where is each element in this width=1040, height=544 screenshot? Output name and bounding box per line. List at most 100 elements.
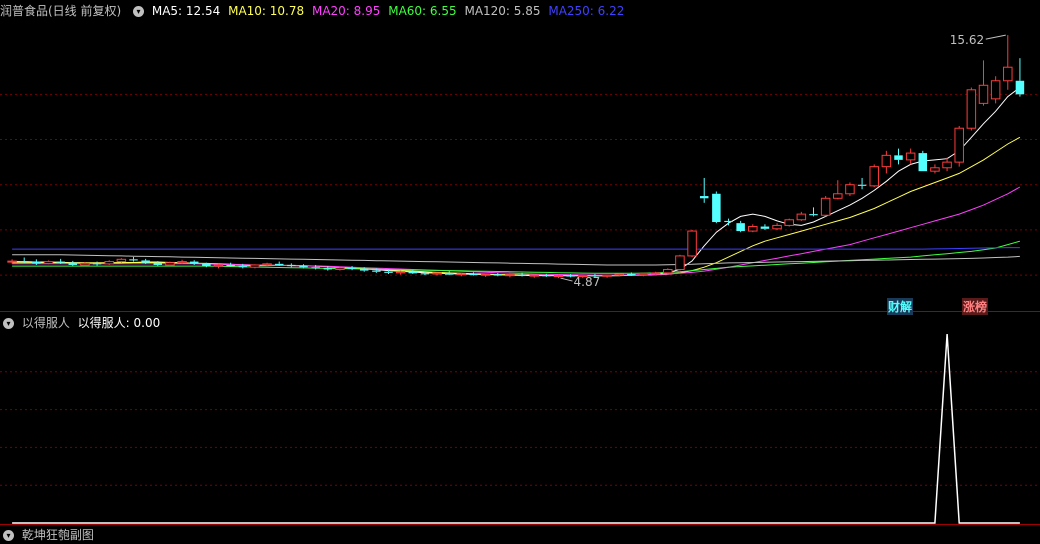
candle xyxy=(638,272,649,277)
candle xyxy=(857,177,867,190)
candle-body xyxy=(287,264,296,267)
candle-body xyxy=(323,268,333,270)
candle xyxy=(881,150,892,174)
bottom-indicator-name[interactable]: 乾坤狂匏副图 xyxy=(22,528,94,542)
candle xyxy=(480,273,491,277)
candle-body xyxy=(820,197,831,216)
candle-body xyxy=(359,268,369,271)
candle xyxy=(19,257,29,263)
candle-body xyxy=(32,261,41,264)
candle-body xyxy=(480,273,491,276)
bottom-header: ▾ 乾坤狂匏副图 xyxy=(0,526,98,544)
candle xyxy=(820,196,831,217)
candle-body xyxy=(189,261,199,264)
candle-body xyxy=(238,266,248,268)
candle-body xyxy=(1003,66,1013,82)
candle xyxy=(772,223,782,230)
chevron-down-icon[interactable]: ▾ xyxy=(3,530,14,541)
candle xyxy=(529,274,539,278)
candle xyxy=(918,150,928,172)
candle xyxy=(796,211,807,221)
candle-body xyxy=(930,167,940,172)
ma-line-ma250 xyxy=(12,247,1020,250)
candle-body xyxy=(736,223,745,232)
candle-body xyxy=(748,226,758,232)
candle xyxy=(724,218,733,226)
candle-body xyxy=(833,193,843,199)
ma-line-ma10 xyxy=(12,136,1021,277)
candle-body xyxy=(650,272,661,275)
candle xyxy=(43,260,54,265)
candle-body xyxy=(796,213,807,221)
candle xyxy=(129,257,138,262)
candle-body xyxy=(347,267,357,269)
candle-body xyxy=(311,267,320,269)
high-arrow xyxy=(985,34,1006,40)
candle-body xyxy=(845,184,855,195)
candle xyxy=(833,180,843,200)
candle-body xyxy=(262,263,272,266)
candle-body xyxy=(905,152,916,161)
high-price-label: 15.62 xyxy=(950,33,984,47)
candle-body xyxy=(869,166,879,187)
candle-body xyxy=(469,273,478,276)
candle-body xyxy=(493,274,503,276)
candle-body xyxy=(663,268,673,274)
candle-body xyxy=(699,196,709,199)
candle-body xyxy=(141,260,150,263)
candle-body xyxy=(213,264,224,267)
candle xyxy=(602,274,612,278)
candle-body xyxy=(202,263,211,267)
candle-body xyxy=(529,274,539,277)
candle xyxy=(165,261,175,267)
candle xyxy=(250,264,260,269)
candle xyxy=(116,258,127,263)
candle xyxy=(954,125,964,167)
ma-line-ma5 xyxy=(12,87,1021,277)
candle-body xyxy=(420,273,430,275)
candle xyxy=(978,60,989,106)
candle-body xyxy=(80,262,90,266)
candle xyxy=(68,260,78,267)
candle xyxy=(845,182,855,197)
candle-body xyxy=(542,275,551,277)
candle-body xyxy=(712,193,721,223)
candle xyxy=(687,229,697,258)
candle-body xyxy=(116,258,127,263)
candle-body xyxy=(954,127,964,163)
candle xyxy=(553,274,564,279)
candle xyxy=(966,87,977,131)
candle-body xyxy=(384,271,393,273)
candle xyxy=(894,148,903,165)
candle-body xyxy=(1015,80,1025,95)
candle xyxy=(942,157,952,172)
candle-body xyxy=(881,154,892,168)
candle-body xyxy=(444,272,454,275)
candle-body xyxy=(553,275,564,278)
candle-body xyxy=(990,80,1001,100)
candle-body xyxy=(104,261,114,265)
candle-body xyxy=(274,263,284,265)
candle xyxy=(760,224,770,230)
candle-body xyxy=(68,262,78,265)
candle xyxy=(469,272,478,276)
indicator-line xyxy=(12,333,1020,524)
candle-body xyxy=(408,271,418,274)
candle-body xyxy=(978,84,989,104)
candle-body xyxy=(894,155,903,160)
candle xyxy=(456,272,467,277)
candle-body xyxy=(724,220,733,223)
indicator-chart[interactable] xyxy=(0,312,1040,525)
candle-body xyxy=(627,274,636,276)
candle-body xyxy=(56,261,65,263)
candle xyxy=(712,191,721,224)
candle-body xyxy=(19,261,29,263)
candlestick-chart[interactable]: 15.62 4.87 xyxy=(0,0,1040,312)
candle-body xyxy=(177,261,187,264)
candle xyxy=(905,148,916,165)
ma-line-ma60 xyxy=(12,240,1021,274)
candle-body xyxy=(675,255,685,270)
candle-body xyxy=(456,273,467,276)
candle-body xyxy=(772,224,782,230)
low-arrow xyxy=(560,277,573,282)
